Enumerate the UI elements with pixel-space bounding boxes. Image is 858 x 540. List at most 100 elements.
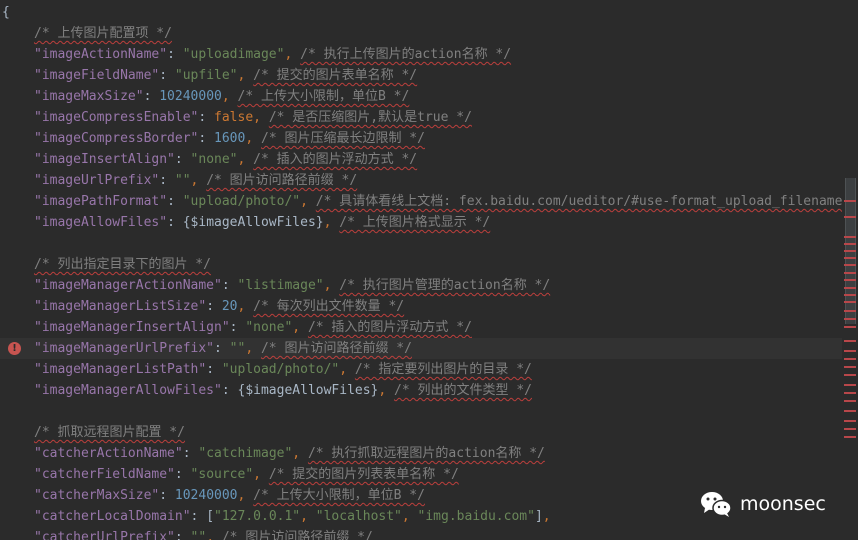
code-token: /* 执行抓取远程图片的action名称 */	[307, 446, 545, 461]
code-token: :	[206, 362, 222, 377]
code-line[interactable]: "imagePathFormat": "upload/photo/", /* 具…	[0, 191, 858, 212]
error-stripe-marker[interactable]	[844, 287, 856, 289]
code-token: :	[167, 215, 183, 230]
code-token: /* 上传大小限制，单位B */	[253, 488, 425, 503]
error-stripe-marker[interactable]	[844, 384, 856, 386]
code-line[interactable]: "imageMaxSize": 10240000, /* 上传大小限制，单位B …	[0, 86, 842, 107]
code-token: "none"	[190, 152, 238, 167]
error-stripe-marker[interactable]	[844, 200, 856, 202]
code-editor[interactable]: { /* 上传图片配置项 */ "imageActionName": "upload…	[0, 0, 858, 540]
code-token: "imageCompressBorder"	[34, 131, 199, 146]
code-token: "catcherFieldName"	[34, 467, 175, 482]
code-token: ,	[237, 299, 254, 314]
code-token: :	[182, 446, 199, 461]
code-token: ,	[542, 509, 551, 524]
code-line[interactable]: /* 上传图片配置项 */	[0, 23, 842, 44]
error-stripe-marker[interactable]	[844, 420, 856, 422]
code-token: /* 图片访问路径前缀 */	[221, 530, 373, 540]
code-line[interactable]: {	[0, 2, 842, 23]
error-icon[interactable]: !	[8, 342, 21, 355]
code-line[interactable]: /* 抓取远程图片配置 */	[0, 422, 842, 443]
code-token: {$imageAllowFiles}	[182, 215, 324, 230]
error-stripe-marker[interactable]	[844, 326, 856, 328]
error-stripe-marker[interactable]	[844, 243, 856, 245]
code-token: ""	[174, 173, 191, 188]
code-token: "catcherMaxSize"	[34, 488, 160, 503]
error-stripe-marker[interactable]	[844, 366, 856, 368]
error-stripe-marker[interactable]	[844, 257, 856, 259]
error-stripe-marker[interactable]	[844, 318, 856, 320]
code-line-text: "catcherFieldName": "source", /* 提交的图片列表…	[34, 464, 459, 485]
code-line[interactable]: "imageManagerAllowFiles": {$imageAllowFi…	[0, 380, 842, 401]
code-line[interactable]: "imageCompressEnable": false, /* 是否压缩图片,…	[0, 107, 842, 128]
error-stripe-marker[interactable]	[844, 340, 856, 342]
code-line[interactable]: "imageCompressBorder": 1600, /* 图片压缩最长边限…	[0, 128, 842, 149]
code-token: ,	[292, 446, 308, 461]
code-line[interactable]: "imageManagerListSize": 20, /* 每次列出文件数量 …	[0, 296, 842, 317]
code-line[interactable]: "catcherUrlPrefix": "", /* 图片访问路径前缀 */	[0, 527, 842, 540]
error-stripe-marker[interactable]	[844, 272, 856, 274]
code-token: :	[206, 299, 222, 314]
code-line-text: "imageMaxSize": 10240000, /* 上传大小限制，单位B …	[34, 86, 409, 107]
code-token: /* 上传图片格式显示 */	[339, 215, 491, 230]
code-line[interactable]: /* 列出指定目录下的图片 */	[0, 254, 842, 275]
code-token: {	[2, 5, 10, 20]
code-line[interactable]: "catcherFieldName": "source", /* 提交的图片列表…	[0, 464, 842, 485]
current-code-line[interactable]: "imageManagerUrlPrefix": "", /* 图片访问路径前缀…	[0, 338, 842, 359]
error-stripe-marker[interactable]	[844, 294, 856, 296]
error-stripe-marker[interactable]	[844, 428, 856, 430]
error-stripe-marker[interactable]	[844, 279, 856, 281]
code-line-text: "imageFieldName": "upfile", /* 提交的图片表单名称…	[34, 65, 417, 86]
code-token: :	[174, 467, 191, 482]
code-token: ,	[300, 509, 316, 524]
error-stripe-marker[interactable]	[844, 250, 856, 252]
code-token: /* 列出的文件类型 */	[394, 383, 533, 398]
error-stripe-marker[interactable]	[844, 358, 856, 360]
code-line[interactable]: "imageInsertAlign": "none", /* 插入的图片浮动方式…	[0, 149, 842, 170]
code-token: "localhost"	[315, 509, 402, 524]
code-token: /* 插入的图片浮动方式 */	[253, 152, 418, 167]
code-line-text: "imagePathFormat": "upload/photo/", /* 具…	[34, 191, 858, 212]
error-stripe-marker[interactable]	[844, 350, 856, 352]
code-line[interactable]: "imageUrlPrefix": "", /* 图片访问路径前缀 */	[0, 170, 842, 191]
code-token: "imageManagerListSize"	[34, 299, 207, 314]
code-line[interactable]: "imageManagerInsertAlign": "none", /* 插入…	[0, 317, 842, 338]
error-stripe-marker[interactable]	[844, 236, 856, 238]
error-stripe-marker[interactable]	[844, 392, 856, 394]
error-stripe-marker[interactable]	[844, 301, 856, 303]
code-token: :	[159, 68, 175, 83]
code-line-text: "imageManagerActionName": "listimage", /…	[34, 275, 550, 296]
error-stripe-marker[interactable]	[844, 264, 856, 266]
code-line[interactable]: "imageAllowFiles": {$imageAllowFiles}, /…	[0, 212, 842, 233]
code-line[interactable]: "imageFieldName": "upfile", /* 提交的图片表单名称…	[0, 65, 842, 86]
code-token: ,	[245, 341, 261, 356]
error-stripe-marker[interactable]	[844, 216, 856, 218]
error-stripe-marker[interactable]	[844, 400, 856, 402]
code-line[interactable]: "imageManagerListPath": "upload/photo/",…	[0, 359, 842, 380]
code-token: "img.baidu.com"	[417, 509, 535, 524]
vertical-scrollbar[interactable]	[842, 0, 858, 540]
code-token: "imageCompressEnable"	[34, 110, 199, 125]
watermark: moonsec	[700, 488, 826, 520]
error-stripe-marker[interactable]	[844, 374, 856, 376]
code-token: ,	[237, 152, 254, 167]
code-token: "imageManagerInsertAlign"	[34, 320, 230, 335]
code-line[interactable]	[0, 401, 842, 422]
code-token: "none"	[245, 320, 293, 335]
code-area[interactable]: { /* 上传图片配置项 */ "imageActionName": "upload…	[0, 2, 858, 540]
code-line[interactable]: "catcherActionName": "catchimage", /* 执行…	[0, 443, 842, 464]
code-token: /* 图片压缩最长边限制 */	[261, 131, 425, 146]
code-token: 10240000	[174, 488, 238, 503]
code-line[interactable]: "imageActionName": "uploadimage", /* 执行上…	[0, 44, 842, 65]
error-stripe-marker[interactable]	[844, 436, 856, 438]
error-stripe-marker[interactable]	[844, 410, 856, 412]
code-line[interactable]: "imageManagerActionName": "listimage", /…	[0, 275, 842, 296]
code-token: /* 指定要列出图片的目录 */	[354, 362, 532, 377]
code-token: :	[229, 320, 246, 335]
code-token: ,	[237, 488, 254, 503]
error-stripe-marker[interactable]	[844, 310, 856, 312]
code-token: /* 抓取远程图片配置 */	[34, 425, 185, 440]
code-token: "imageActionName"	[34, 47, 168, 62]
code-line-text: {	[2, 2, 10, 23]
code-line[interactable]	[0, 233, 842, 254]
